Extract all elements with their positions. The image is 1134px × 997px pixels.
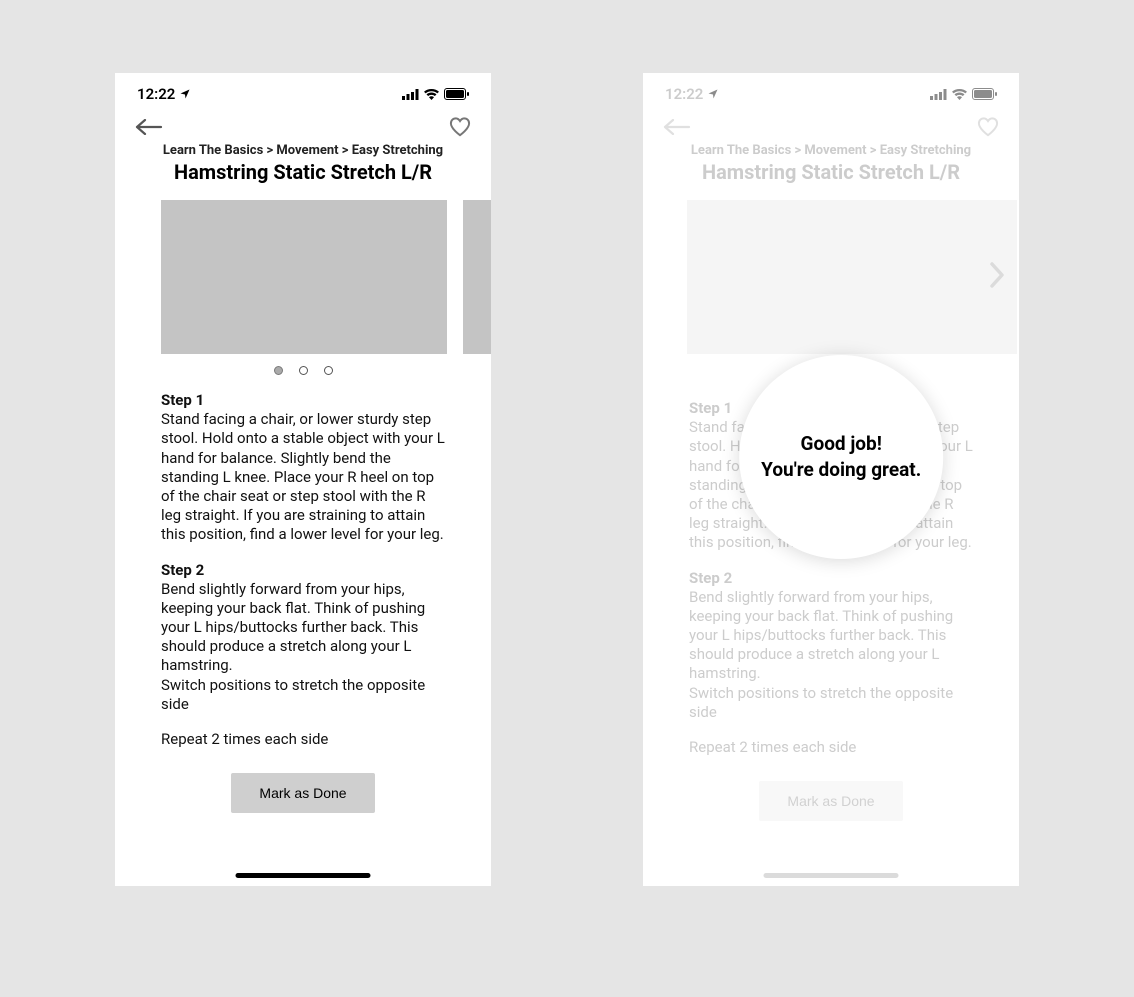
phone-screen-right: 12:22 [643,73,1019,886]
carousel-dots [115,366,491,375]
breadcrumb: Learn The Basics > Movement > Easy Stret… [115,143,491,158]
wifi-icon [952,89,967,100]
image-carousel[interactable] [643,200,1019,354]
carousel-dot-1[interactable] [274,366,283,375]
carousel-next-button[interactable] [989,262,1005,292]
heart-icon [977,117,999,137]
success-popup: Good job! You're doing great. [739,355,943,559]
step-2-body: Bend slightly forward from your hips, ke… [161,580,445,714]
done-button-wrap: Mark as Done [643,781,1019,821]
carousel-dot-2[interactable] [299,366,308,375]
carousel-slide [161,200,447,354]
popup-line-2: You're doing great. [761,457,921,483]
back-button[interactable] [663,119,691,139]
battery-icon [444,88,469,100]
status-bar: 12:22 [643,73,1019,111]
carousel-slide [687,200,1017,354]
mark-done-button[interactable]: Mark as Done [759,781,902,821]
status-right-icons [930,88,997,100]
status-time-group: 12:22 [137,85,191,103]
arrow-left-icon [135,119,163,135]
mark-done-button[interactable]: Mark as Done [231,773,374,813]
step-1-heading: Step 1 [161,391,445,410]
nav-row [643,111,1019,143]
nav-row [115,111,491,143]
phone-screen-left: 12:22 [115,73,491,886]
signal-icon [930,89,947,100]
status-bar: 12:22 [115,73,491,111]
page-title: Hamstring Static Stretch L/R [115,160,491,184]
status-time: 12:22 [137,85,175,103]
status-right-icons [402,88,469,100]
back-button[interactable] [135,119,163,139]
done-button-wrap: Mark as Done [115,773,491,813]
step-2-body: Bend slightly forward from your hips, ke… [689,588,973,722]
carousel-slide [463,200,491,354]
location-icon [179,88,191,100]
home-indicator[interactable] [236,873,371,878]
carousel-dot-3[interactable] [324,366,333,375]
breadcrumb: Learn The Basics > Movement > Easy Stret… [643,143,1019,158]
image-carousel[interactable] [115,200,491,354]
step-2-heading: Step 2 [689,569,973,588]
arrow-left-icon [663,119,691,135]
location-icon [707,88,719,100]
status-time-group: 12:22 [665,85,719,103]
favorite-button[interactable] [977,117,999,141]
step-2-heading: Step 2 [161,561,445,580]
popup-line-1: Good job! [801,431,882,457]
page-title: Hamstring Static Stretch L/R [643,160,1019,184]
chevron-right-icon [989,262,1005,288]
instruction-content: Step 1 Stand facing a chair, or lower st… [115,375,491,749]
wifi-icon [424,89,439,100]
status-time: 12:22 [665,85,703,103]
home-indicator[interactable] [764,873,899,878]
repeat-text: Repeat 2 times each side [689,738,973,757]
battery-icon [972,88,997,100]
step-1-body: Stand facing a chair, or lower sturdy st… [161,410,445,544]
heart-icon [449,117,471,137]
signal-icon [402,89,419,100]
favorite-button[interactable] [449,117,471,141]
repeat-text: Repeat 2 times each side [161,730,445,749]
